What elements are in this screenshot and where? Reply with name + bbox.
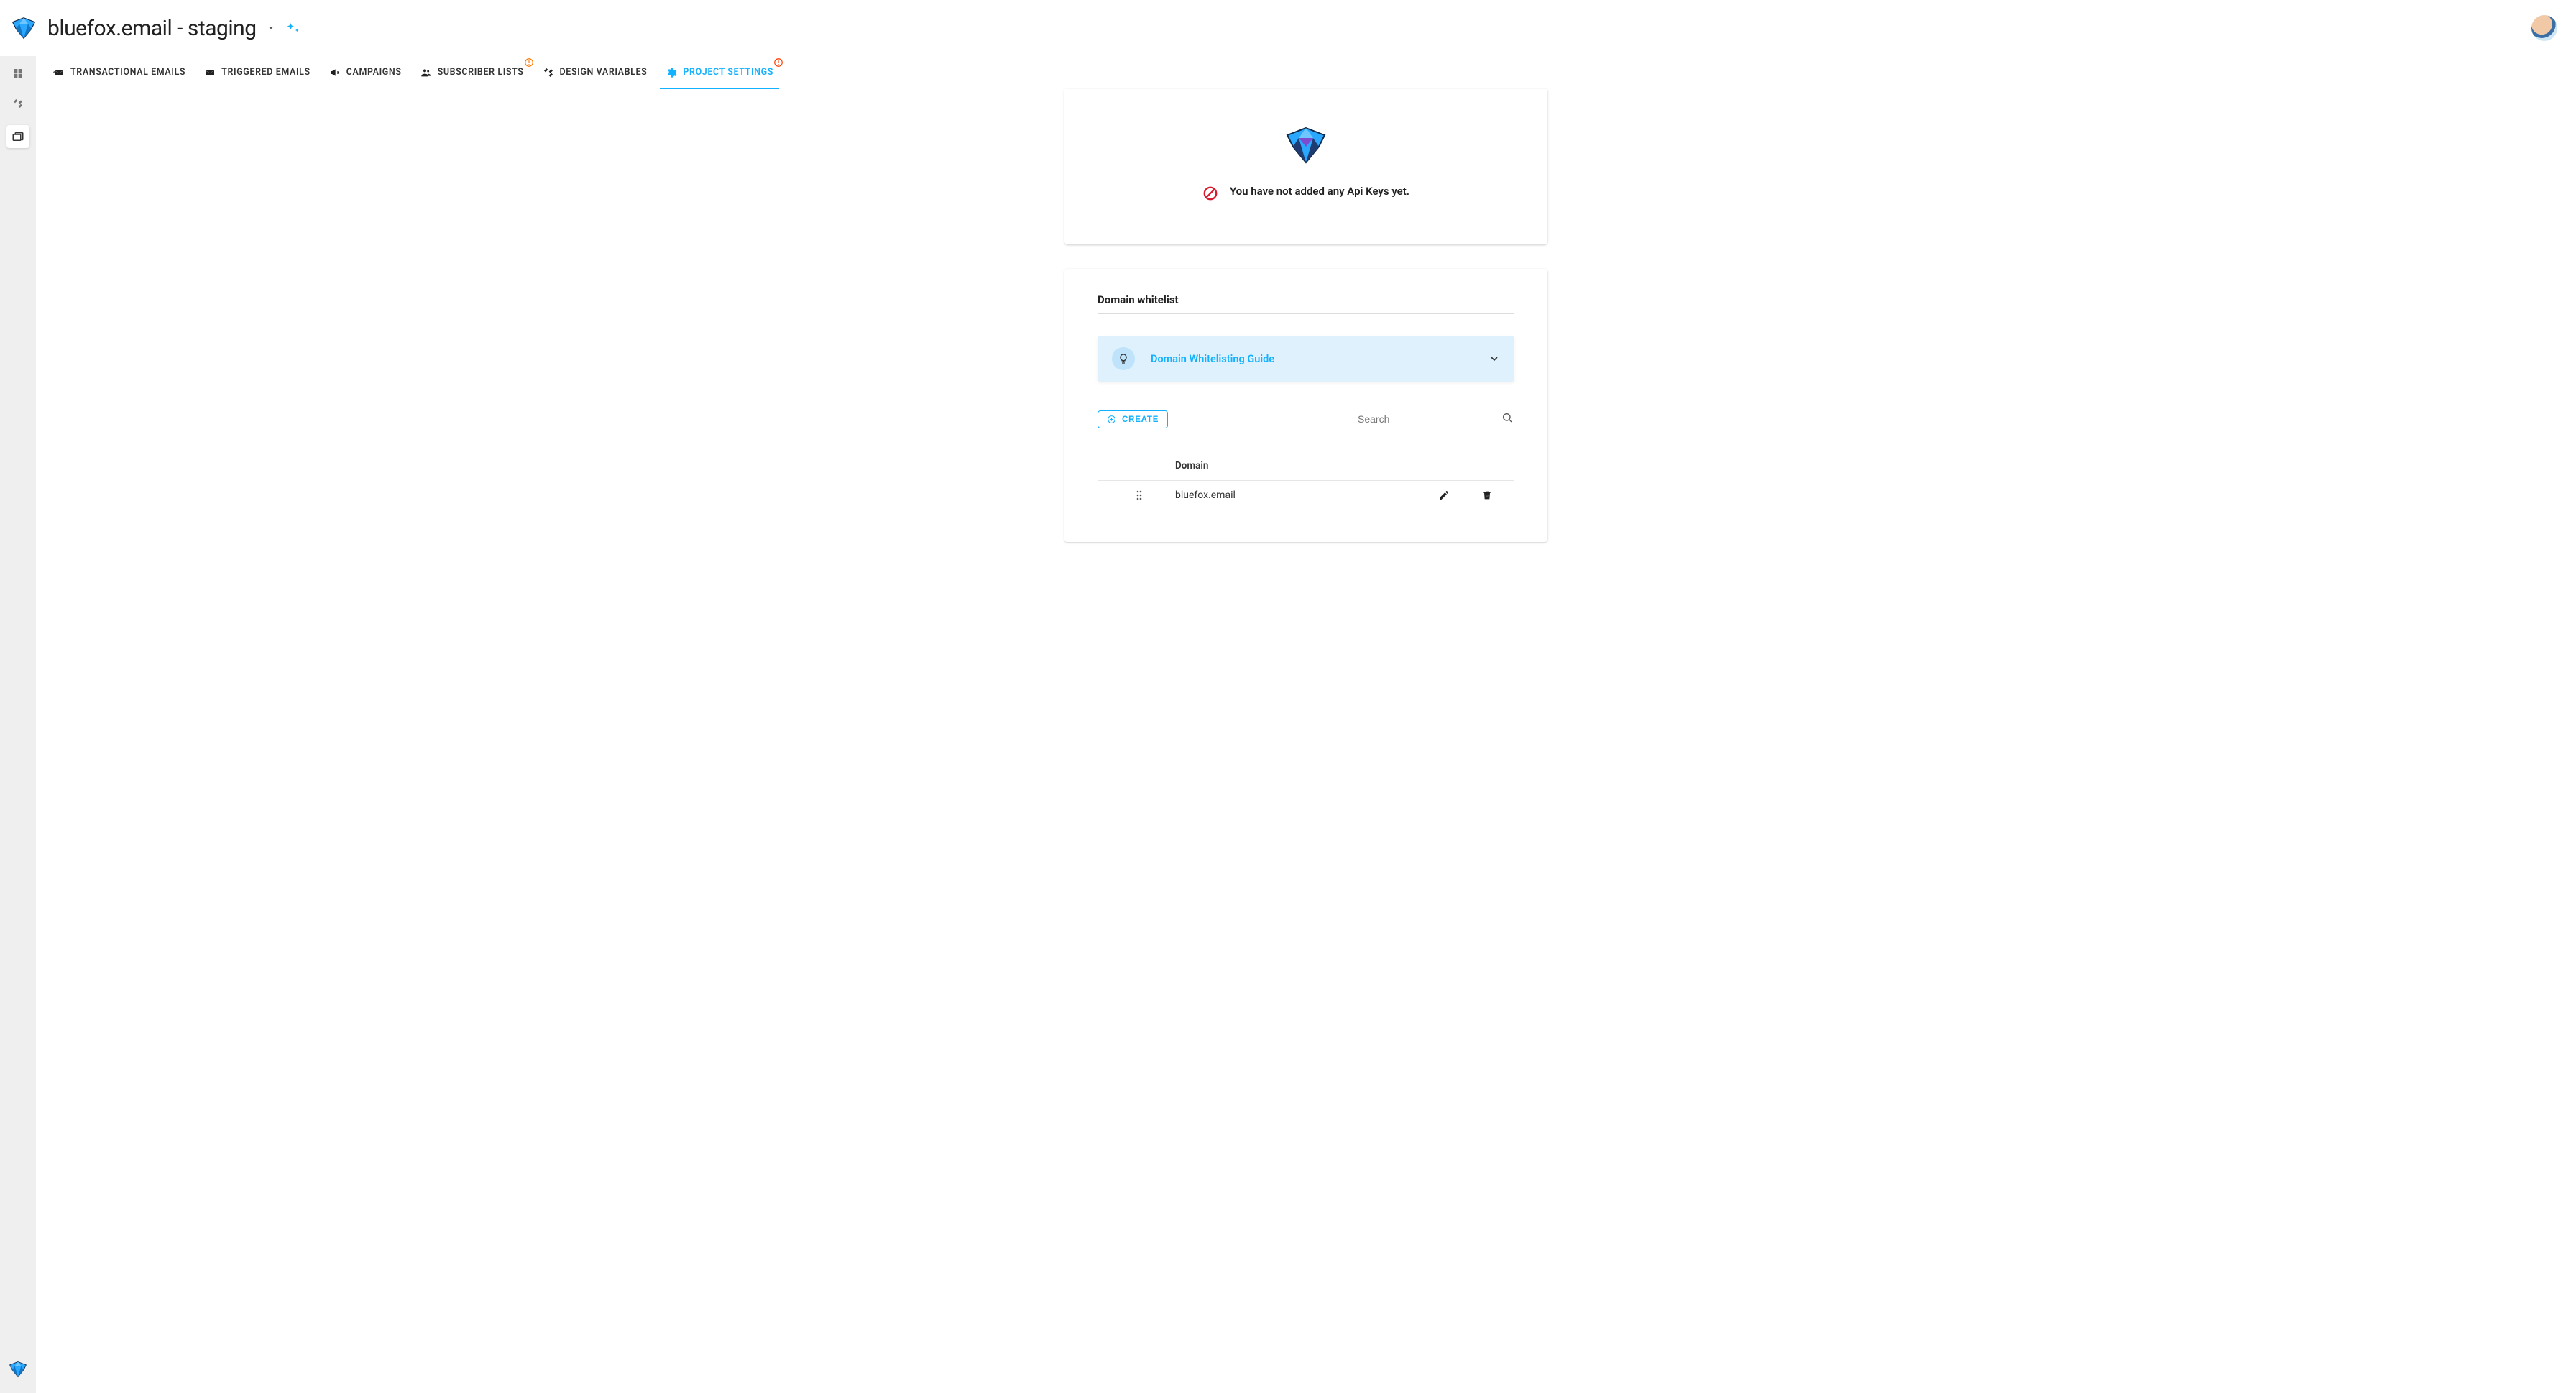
rail-item-projects[interactable] bbox=[6, 125, 29, 148]
tab-label: SUBSCRIBER LISTS bbox=[438, 67, 524, 78]
mail-send-icon bbox=[53, 67, 65, 78]
lightbulb-icon bbox=[1112, 347, 1135, 370]
tab-subscriber-lists[interactable]: SUBSCRIBER LISTS bbox=[420, 56, 524, 88]
megaphone-icon bbox=[329, 67, 341, 78]
guide-link[interactable]: Domain Whitelisting Guide bbox=[1151, 353, 1274, 365]
tab-campaigns[interactable]: CAMPAIGNS bbox=[329, 56, 402, 88]
domain-table: Domain bluefox.email bbox=[1098, 451, 1514, 510]
tools-icon bbox=[12, 98, 24, 109]
table-toolbar: CREATE bbox=[1098, 410, 1514, 428]
tab-label: DESIGN VARIABLES bbox=[560, 67, 648, 78]
column-domain: Domain bbox=[1175, 460, 1422, 472]
tab-label: TRIGGERED EMAILS bbox=[221, 67, 310, 78]
domain-whitelist-card: Domain whitelist Domain Whitelisting Gui… bbox=[1064, 269, 1547, 542]
rail-item-tools[interactable] bbox=[9, 95, 27, 112]
user-avatar[interactable] bbox=[2531, 15, 2557, 41]
create-button-label: CREATE bbox=[1122, 415, 1159, 424]
rail-item-grid[interactable] bbox=[9, 65, 27, 82]
drag-icon bbox=[1136, 489, 1143, 501]
fox-logo-icon bbox=[1283, 125, 1329, 165]
create-button[interactable]: CREATE bbox=[1098, 410, 1168, 428]
chevron-down-icon bbox=[1489, 353, 1500, 364]
alert-badge bbox=[524, 58, 534, 68]
alert-badge bbox=[773, 58, 783, 68]
ban-icon bbox=[1202, 185, 1218, 201]
tab-project-settings[interactable]: PROJECT SETTINGS bbox=[666, 56, 773, 88]
api-keys-empty-card: You have not added any Api Keys yet. bbox=[1064, 89, 1547, 244]
table-row: bluefox.email bbox=[1098, 481, 1514, 510]
pencil-icon bbox=[1438, 489, 1450, 501]
alert-circle-icon bbox=[773, 58, 783, 68]
plus-circle-icon bbox=[1107, 415, 1116, 424]
wand-button[interactable] bbox=[287, 22, 300, 35]
search-input[interactable] bbox=[1356, 410, 1514, 428]
tab-triggered-emails[interactable]: TRIGGERED EMAILS bbox=[204, 56, 310, 88]
page-title: bluefox.email - staging bbox=[47, 16, 257, 41]
wand-icon bbox=[287, 22, 300, 35]
search-icon bbox=[1501, 412, 1513, 423]
people-icon bbox=[420, 67, 432, 78]
content: You have not added any Api Keys yet. Dom… bbox=[36, 89, 2576, 585]
app-logo[interactable] bbox=[10, 14, 37, 42]
edit-button[interactable] bbox=[1422, 489, 1466, 501]
design-icon bbox=[543, 67, 554, 78]
alert-circle-icon bbox=[524, 58, 534, 68]
mail-icon bbox=[204, 67, 216, 78]
tab-transactional-emails[interactable]: TRANSACTIONAL EMAILS bbox=[53, 56, 185, 88]
expand-banner[interactable] bbox=[1489, 353, 1500, 364]
tab-design-variables[interactable]: DESIGN VARIABLES bbox=[543, 56, 648, 88]
gear-icon bbox=[666, 67, 677, 78]
empty-state-logo bbox=[1283, 125, 1329, 165]
tab-label: PROJECT SETTINGS bbox=[683, 67, 773, 78]
empty-state-message: You have not added any Api Keys yet. bbox=[1230, 184, 1409, 200]
title-dropdown[interactable] bbox=[267, 24, 275, 32]
tab-label: CAMPAIGNS bbox=[346, 67, 402, 78]
trash-icon bbox=[1481, 489, 1493, 501]
tab-label: TRANSACTIONAL EMAILS bbox=[70, 67, 185, 78]
section-title: Domain whitelist bbox=[1098, 293, 1514, 314]
rail-footer-logo[interactable] bbox=[7, 1358, 29, 1380]
fox-logo-icon bbox=[10, 14, 37, 42]
left-rail bbox=[0, 0, 36, 1393]
folders-icon bbox=[12, 130, 24, 143]
grid-icon bbox=[12, 68, 24, 79]
fox-logo-icon bbox=[8, 1359, 28, 1379]
drag-handle[interactable] bbox=[1103, 489, 1175, 501]
table-header: Domain bbox=[1098, 451, 1514, 481]
main: TRANSACTIONAL EMAILS TRIGGERED EMAILS CA… bbox=[36, 0, 2576, 1393]
tabs-row: TRANSACTIONAL EMAILS TRIGGERED EMAILS CA… bbox=[36, 56, 2576, 89]
caret-down-icon bbox=[267, 24, 275, 32]
guide-banner[interactable]: Domain Whitelisting Guide bbox=[1098, 336, 1514, 382]
search-field[interactable] bbox=[1356, 410, 1514, 428]
delete-button[interactable] bbox=[1466, 489, 1509, 501]
domain-cell: bluefox.email bbox=[1175, 489, 1422, 501]
topbar: bluefox.email - staging bbox=[0, 0, 2576, 56]
